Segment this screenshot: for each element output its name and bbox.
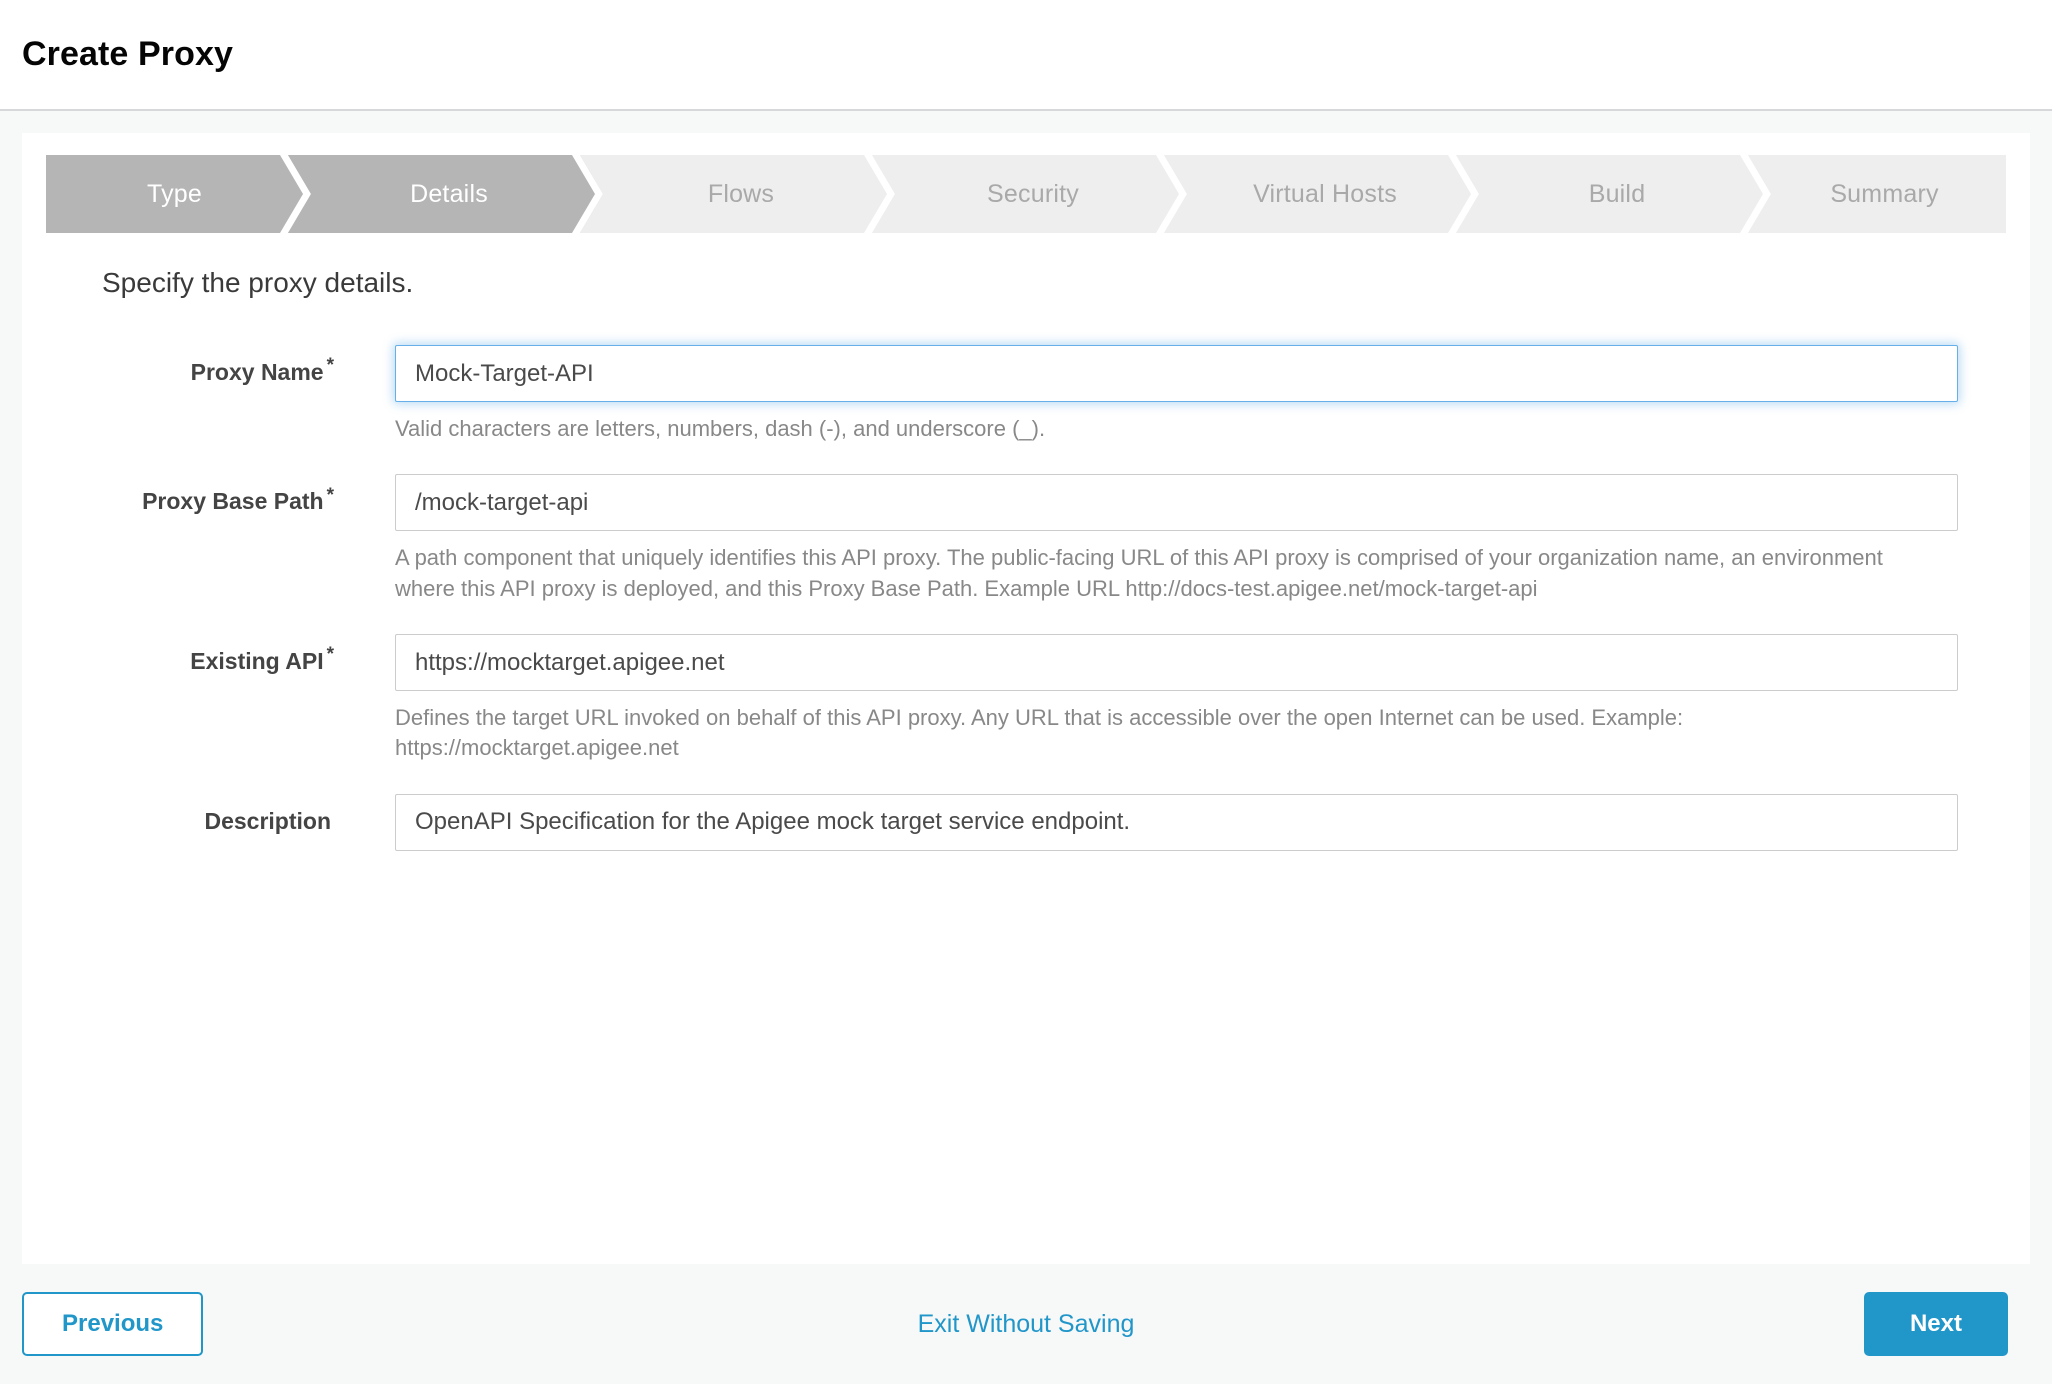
wizard-step-summary[interactable]: Summary xyxy=(1763,155,2006,233)
required-asterisk: * xyxy=(326,484,334,506)
proxy-base-path-helper: A path component that uniquely identifie… xyxy=(395,545,1883,601)
wizard-step-flows-label: Flows xyxy=(707,179,775,208)
previous-button[interactable]: Previous xyxy=(22,1292,204,1356)
description-field-col xyxy=(334,793,2030,851)
wizard-step-security-label: Security xyxy=(987,179,1079,208)
proxy-name-field-col: Valid characters are letters, numbers, d… xyxy=(334,345,2030,444)
existing-api-label: Existing API * xyxy=(22,634,334,675)
proxy-name-helper: Valid characters are letters, numbers, d… xyxy=(395,416,1046,441)
description-label: Description xyxy=(22,794,334,835)
description-input[interactable] xyxy=(395,793,1958,851)
next-button[interactable]: Next xyxy=(1863,1292,2008,1356)
existing-api-helper: Defines the target URL invoked on behalf… xyxy=(395,705,1684,761)
existing-api-input[interactable] xyxy=(395,634,1958,692)
wizard-step-security[interactable]: Security xyxy=(887,155,1202,233)
page-shell: Type Details Flows Security Virtual Host… xyxy=(0,111,2052,1384)
wizard-step-type[interactable]: Type xyxy=(46,155,326,233)
wizard-steps: Type Details Flows Security Virtual Host… xyxy=(46,155,2006,233)
card-body: Specify the proxy details. Proxy Name* V… xyxy=(22,233,2030,851)
required-asterisk: * xyxy=(326,355,334,377)
wizard-step-virtual-hosts-label: Virtual Hosts xyxy=(1253,179,1397,208)
section-title: Specify the proxy details. xyxy=(102,267,414,298)
proxy-base-path-input[interactable] xyxy=(395,474,1958,532)
proxy-name-label-text: Proxy Name xyxy=(190,359,324,385)
form-row-description: Description xyxy=(22,793,2030,851)
form-row-proxy-base-path: Proxy Base Path* A path component that u… xyxy=(22,474,2030,604)
wizard-step-build-label: Build xyxy=(1588,179,1646,208)
proxy-base-path-label-text: Proxy Base Path xyxy=(142,488,324,515)
exit-without-saving-link[interactable]: Exit Without Saving xyxy=(918,1310,1135,1339)
proxy-base-path-field-col: A path component that uniquely identifie… xyxy=(334,474,2030,604)
wizard-step-build[interactable]: Build xyxy=(1471,155,1786,233)
wizard-card: Type Details Flows Security Virtual Host… xyxy=(22,133,2030,1264)
wizard-step-virtual-hosts[interactable]: Virtual Hosts xyxy=(1179,155,1494,233)
wizard-footer: Previous Exit Without Saving Next xyxy=(22,1264,2030,1384)
page-header: Create Proxy xyxy=(0,0,2052,111)
proxy-name-input[interactable] xyxy=(395,345,1958,402)
wizard-step-details[interactable]: Details xyxy=(303,155,618,233)
form-row-proxy-name: Proxy Name* Valid characters are letters… xyxy=(22,345,2030,444)
wizard-step-type-label: Type xyxy=(147,179,202,208)
wizard-step-flows[interactable]: Flows xyxy=(595,155,910,233)
description-label-text: Description xyxy=(204,807,331,834)
form-row-existing-api: Existing API* Defines the target URL inv… xyxy=(22,634,2030,764)
wizard-step-summary-label: Summary xyxy=(1830,179,1939,208)
page-title: Create Proxy xyxy=(22,35,233,73)
existing-api-field-col: Defines the target URL invoked on behalf… xyxy=(334,634,2030,764)
proxy-base-path-label: Proxy Base Path * xyxy=(22,474,334,515)
proxy-name-label: Proxy Name * xyxy=(22,345,334,386)
wizard-step-details-label: Details xyxy=(410,179,488,208)
existing-api-label-text: Existing API xyxy=(190,648,324,675)
required-asterisk: * xyxy=(326,644,334,666)
